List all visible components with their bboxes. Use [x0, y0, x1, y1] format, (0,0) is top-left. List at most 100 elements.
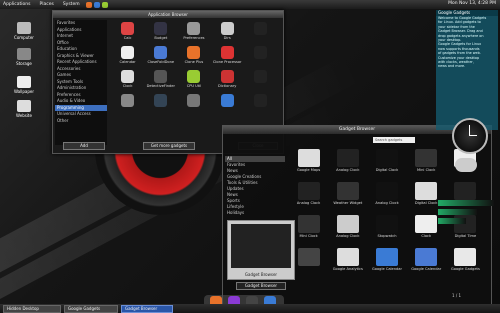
app-tile[interactable] [244, 45, 277, 69]
gadget-preview: Gadget Browser [227, 220, 295, 280]
app-icon [154, 22, 168, 35]
app-label: Clone Plus [184, 60, 204, 64]
weather-gadget[interactable] [446, 158, 486, 186]
gadget-thumbnail [415, 215, 438, 233]
system-meter-gadget[interactable] [438, 200, 494, 290]
app-icon [187, 46, 201, 59]
gadget-tile[interactable]: Analog Clock [328, 214, 367, 247]
get-more-gadgets-button[interactable]: Get more gadgets [143, 142, 195, 150]
analog-clock-gadget[interactable] [452, 118, 488, 154]
app-icon [253, 22, 267, 35]
app-tile[interactable]: Dictionary [211, 69, 244, 93]
app-tile[interactable]: Clone Plus [177, 45, 210, 69]
desktop-icon-storage[interactable]: Storage [12, 48, 36, 66]
tooltip: Gadget Browser [236, 282, 286, 290]
gadget-thumbnail [415, 182, 438, 200]
app-tile[interactable]: Budget [144, 21, 177, 45]
app-icon [187, 94, 201, 107]
app-tile[interactable]: CloseFoldDone [144, 45, 177, 69]
gadget-thumbnail [297, 149, 320, 167]
help-launcher-icon[interactable] [101, 1, 108, 8]
app-label: CPU Util [186, 84, 202, 88]
gadget-tile[interactable]: Weather Widget [328, 181, 367, 214]
gadget-tile[interactable]: Google Analytics [328, 247, 367, 280]
gadget-tile[interactable]: Google Calendar [367, 247, 406, 280]
app-tile[interactable]: Dirs [211, 21, 244, 45]
mail-launcher-icon[interactable] [93, 1, 100, 8]
app-icon [121, 22, 135, 35]
app-tile[interactable] [244, 93, 277, 117]
places-menu[interactable]: Places [40, 2, 54, 7]
desktop-icon-wallpaper[interactable]: Wallpaper [12, 76, 36, 94]
meter-bar [438, 200, 494, 206]
category-list: All Favorites News Google Creations Tools & … [225, 156, 285, 216]
app-label: Calendar [119, 60, 136, 64]
gadget-label: Stopwatch [377, 234, 397, 238]
taskbar-item[interactable]: Gadget Browser [121, 304, 173, 313]
gadget-thumbnail [415, 248, 438, 266]
desktop-icon-computer[interactable]: Computer [12, 22, 36, 40]
app-tile[interactable] [211, 93, 244, 117]
category-list: Favorites Applications Internet Office Educa… [55, 20, 107, 145]
gadget-thumbnail [336, 248, 359, 266]
applications-menu[interactable]: Applications [3, 2, 31, 7]
drive-icon [17, 48, 31, 60]
desktop-icon-label: Storage [16, 61, 32, 66]
gadget-tile[interactable]: Analog Clock [328, 148, 367, 181]
taskbar-item[interactable]: Hidden Desktop [3, 304, 61, 313]
app-tile[interactable] [144, 93, 177, 117]
gadget-tile[interactable]: Google Maps [289, 148, 328, 181]
app-icon [187, 22, 201, 35]
gadget-tile[interactable]: Stopwatch [367, 214, 406, 247]
computer-icon [17, 22, 31, 34]
datetime[interactable]: Mon Nov 13, 4:28 PM [448, 1, 496, 6]
meter-bar [438, 209, 478, 215]
gadget-label: Analog Clock [296, 201, 321, 205]
meter-bar [438, 218, 466, 224]
cloud-icon [455, 158, 477, 172]
category-item[interactable]: Other [55, 118, 107, 125]
gadget-tile[interactable]: Digital Clock [367, 148, 406, 181]
app-tile[interactable]: Clock [111, 69, 144, 93]
gadget-tile[interactable]: Analog Clock [367, 181, 406, 214]
document-icon [17, 100, 31, 112]
window-titlebar[interactable]: Application Browser [53, 11, 283, 18]
app-tile[interactable]: Preferences [177, 21, 210, 45]
app-tile[interactable] [244, 21, 277, 45]
app-icon [121, 46, 135, 59]
app-tile[interactable]: Calc [111, 21, 144, 45]
app-tile[interactable]: Clone Processor [211, 45, 244, 69]
desktop-icon-label: Wallpaper [13, 89, 34, 94]
add-button[interactable]: Add [63, 142, 105, 150]
gadget-category[interactable]: Holidays [225, 210, 285, 216]
gadget-tile[interactable]: Mini Clock [407, 148, 446, 181]
gadget-thumbnail [375, 215, 398, 233]
gadget-label: Google Analytics [332, 267, 363, 271]
gadget-label: Analog Clock [375, 201, 399, 205]
app-tile[interactable] [111, 93, 144, 117]
page-info: 1 / 1 [452, 293, 461, 298]
app-tile[interactable] [244, 69, 277, 93]
gadget-thumbnail [375, 182, 398, 200]
app-tile[interactable] [177, 93, 210, 117]
gadget-tile[interactable]: Analog Clock [289, 181, 328, 214]
app-label: Dirs [223, 36, 231, 40]
app-tile[interactable]: CPU Util [177, 69, 210, 93]
app-icon [253, 94, 267, 107]
sidebar-text: Welcome to Google Gadgets for Linux. Add … [436, 16, 498, 69]
app-label: Clock [122, 84, 133, 88]
gadget-thumbnail [336, 149, 359, 167]
taskbar-item[interactable]: Google Gadgets [64, 304, 118, 313]
right-sidebar: Google Gadgets Welcome to Google Gadgets… [436, 10, 498, 130]
system-menu[interactable]: System [63, 2, 80, 7]
app-tile[interactable]: DetectiveFinder [144, 69, 177, 93]
app-icon [253, 46, 267, 59]
app-icon [121, 94, 135, 107]
app-label: Budget [154, 36, 168, 40]
desktop-icon-website[interactable]: Website [12, 100, 36, 118]
app-label: Preferences [183, 36, 205, 40]
app-tile[interactable]: Calendar [111, 45, 144, 69]
firefox-launcher-icon[interactable] [85, 1, 92, 8]
app-label: Dictionary [217, 84, 237, 88]
search-input[interactable]: Search gadgets [373, 137, 415, 143]
